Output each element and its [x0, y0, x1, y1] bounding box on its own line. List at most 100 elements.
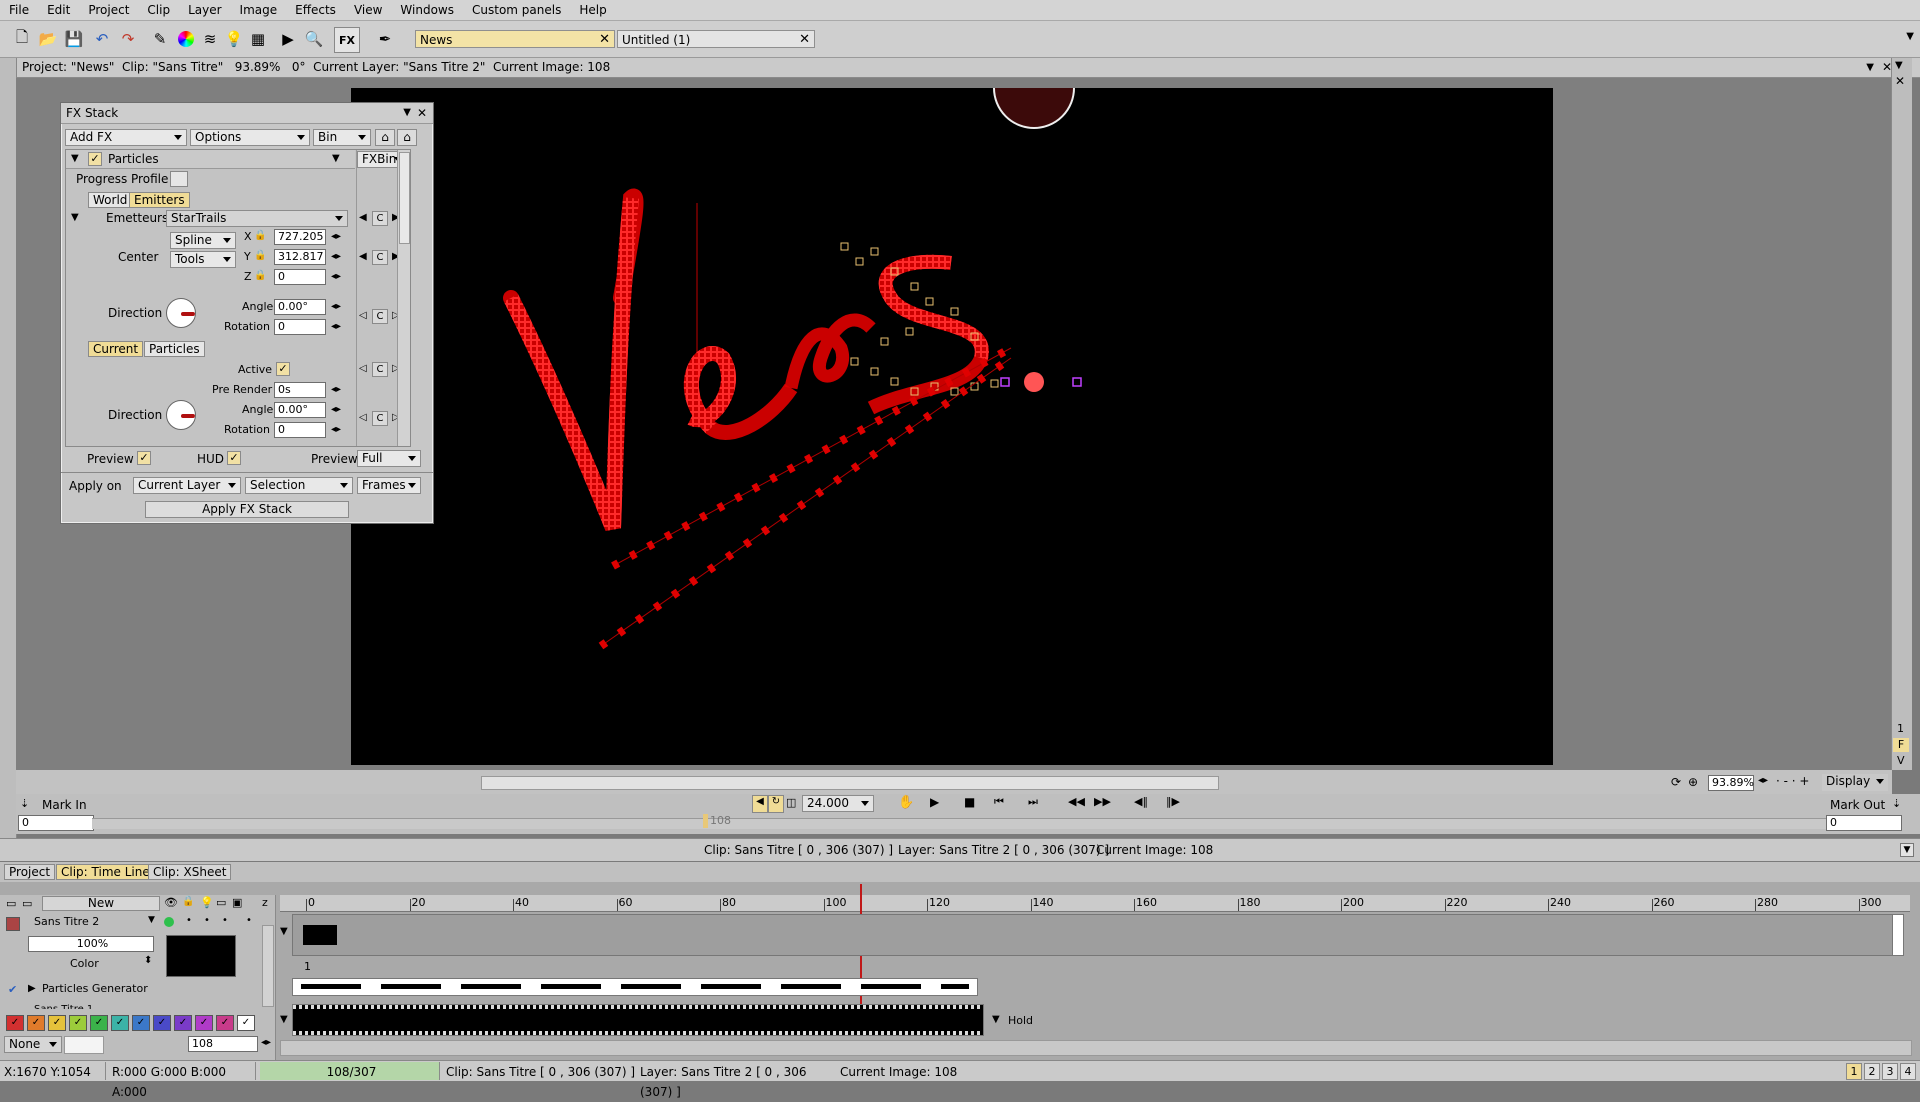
spin-arrows-icon[interactable]: ◂▸: [331, 301, 341, 313]
options-dropdown[interactable]: Options: [190, 129, 310, 146]
time-slider-handle[interactable]: [703, 814, 708, 828]
page-icon[interactable]: ▭: [22, 897, 32, 910]
spline-dropdown[interactable]: Spline: [170, 232, 236, 249]
menu-image[interactable]: Image: [231, 3, 287, 17]
c-button[interactable]: C: [372, 211, 388, 226]
angle2-field[interactable]: 0.00°: [274, 402, 326, 418]
menu-view[interactable]: View: [345, 3, 391, 17]
arrow-left-icon[interactable]: ◁: [359, 363, 367, 375]
step-back-icon[interactable]: ◀◀: [1068, 795, 1085, 808]
tab-particles[interactable]: Particles: [144, 341, 205, 357]
page-button-3[interactable]: 3: [1882, 1063, 1898, 1080]
layer-color-swatch[interactable]: [166, 935, 236, 977]
open-folder-icon[interactable]: 📂: [36, 27, 60, 51]
blend-mode-dropdown[interactable]: None: [4, 1036, 62, 1053]
mark-in-field[interactable]: 0: [18, 815, 94, 831]
play-icon[interactable]: ▶: [276, 27, 300, 51]
play-icon[interactable]: ▶: [930, 795, 939, 809]
tools-dropdown[interactable]: Tools: [170, 251, 236, 268]
layer2-name[interactable]: Sans Titre 1: [34, 1003, 93, 1009]
fx-stack-header[interactable]: FX Stack ▼ ✕: [61, 103, 433, 124]
menu-project[interactable]: Project: [79, 3, 138, 17]
menu-layer[interactable]: Layer: [179, 3, 230, 17]
spin-arrows-icon[interactable]: ◂▸: [331, 231, 341, 243]
bulb-icon[interactable]: 💡: [200, 896, 214, 909]
c-button[interactable]: C: [372, 309, 388, 324]
close-icon[interactable]: ✕: [1895, 74, 1905, 88]
page-button-1[interactable]: 1: [1846, 1063, 1862, 1080]
tab-clip-xsheet[interactable]: Clip: XSheet: [148, 864, 232, 880]
pen-tool-icon[interactable]: ✒: [368, 27, 402, 51]
tab-news[interactable]: News ✕: [415, 30, 615, 48]
new-layer-button[interactable]: New: [42, 896, 160, 911]
apply-on-dropdown[interactable]: Current Layer: [133, 477, 241, 494]
color-tag-swatch[interactable]: ✓: [27, 1015, 45, 1031]
bin-dropdown[interactable]: Bin: [313, 129, 371, 146]
emetteurs-dropdown[interactable]: StarTrails: [166, 210, 348, 227]
chevron-down-icon[interactable]: ▼: [332, 153, 340, 165]
chevron-down-icon[interactable]: ▼: [1906, 31, 1914, 42]
lock-icon[interactable]: 🔒: [182, 896, 194, 907]
folder-icon[interactable]: ▭: [6, 897, 16, 910]
layer-name[interactable]: Sans Titre 2: [34, 915, 99, 929]
selection-dropdown[interactable]: Selection: [245, 477, 353, 494]
spin-arrows-icon[interactable]: ◂▸: [331, 251, 341, 263]
audio-icon[interactable]: ◀: [752, 795, 768, 813]
active-checkbox[interactable]: ✓: [276, 362, 290, 376]
apply-fx-stack-button[interactable]: Apply FX Stack: [145, 501, 349, 518]
next-frame-icon[interactable]: ‖▶: [1166, 795, 1180, 808]
direction2-knob[interactable]: [166, 400, 196, 430]
arrow-left-icon[interactable]: ◁: [359, 310, 367, 322]
step-forward-icon[interactable]: ▶▶: [1094, 795, 1111, 808]
loop-icon[interactable]: ↻: [768, 795, 784, 813]
tab-world[interactable]: World: [88, 192, 133, 208]
arrow-left-icon[interactable]: ◁: [359, 412, 367, 424]
undo-icon[interactable]: ↶: [90, 27, 114, 51]
side-letter-v[interactable]: V: [1897, 754, 1905, 767]
spin-arrows-icon[interactable]: ◂▸: [331, 384, 341, 396]
c-button[interactable]: C: [372, 411, 388, 426]
color-tag-swatch[interactable]: ✓: [111, 1015, 129, 1031]
color-tag-swatch[interactable]: ✓: [237, 1015, 255, 1031]
rotation-field[interactable]: 0: [274, 319, 326, 335]
preview-quality-dropdown[interactable]: Full: [357, 450, 421, 467]
fx-track[interactable]: [292, 978, 978, 996]
color-tag-swatch[interactable]: ✓: [69, 1015, 87, 1031]
hud-checkbox[interactable]: ✓: [227, 451, 241, 465]
center-z-field[interactable]: 0: [274, 269, 326, 285]
side-letter-1[interactable]: 1: [1897, 722, 1904, 735]
chevron-down-icon[interactable]: ▼: [148, 915, 155, 925]
pin-icon[interactable]: ⇣: [1892, 797, 1901, 810]
lock-icon[interactable]: ⌂: [375, 129, 395, 146]
timeline-hscrollbar[interactable]: [280, 1040, 1912, 1056]
center-y-field[interactable]: 312.817: [274, 249, 326, 265]
tab-clip-timeline[interactable]: Clip: Time Line: [56, 864, 155, 880]
menu-edit[interactable]: Edit: [38, 3, 79, 17]
spin-arrows-icon[interactable]: ◂▸: [331, 424, 341, 436]
tab-current[interactable]: Current: [88, 341, 144, 357]
chevron-down-icon[interactable]: ▼: [1900, 843, 1914, 857]
spin-arrows-icon[interactable]: ◂▸: [331, 321, 341, 333]
refresh-icon[interactable]: ⟳: [1671, 775, 1681, 789]
zoom-field[interactable]: 93.89%: [1708, 775, 1754, 791]
dot-icon[interactable]: •: [246, 915, 252, 926]
prerender-field[interactable]: 0s: [274, 382, 326, 398]
prev-frame-icon[interactable]: ◀‖: [1134, 795, 1148, 808]
menu-clip[interactable]: Clip: [138, 3, 179, 17]
c-button[interactable]: C: [372, 362, 388, 377]
page-button-4[interactable]: 4: [1900, 1063, 1916, 1080]
spin-arrows-icon[interactable]: ◂▸: [1758, 775, 1768, 786]
chevron-down-icon[interactable]: ▼: [1895, 60, 1903, 71]
mark-out-field[interactable]: 0: [1826, 815, 1902, 831]
c-button[interactable]: C: [372, 250, 388, 265]
blend-value-field[interactable]: [64, 1036, 104, 1054]
dot-icon[interactable]: •: [186, 915, 192, 926]
scroll-thumb[interactable]: [399, 152, 410, 244]
color-wheel-icon[interactable]: [174, 27, 198, 51]
unlock-icon[interactable]: ⌂: [397, 129, 417, 146]
color-tag-swatch[interactable]: ✓: [90, 1015, 108, 1031]
fx-check-icon[interactable]: ✔: [8, 983, 17, 996]
brush-tool-icon[interactable]: ✎: [148, 27, 172, 51]
pin-icon[interactable]: ⇣: [20, 797, 29, 810]
visible-dot[interactable]: [164, 917, 174, 927]
